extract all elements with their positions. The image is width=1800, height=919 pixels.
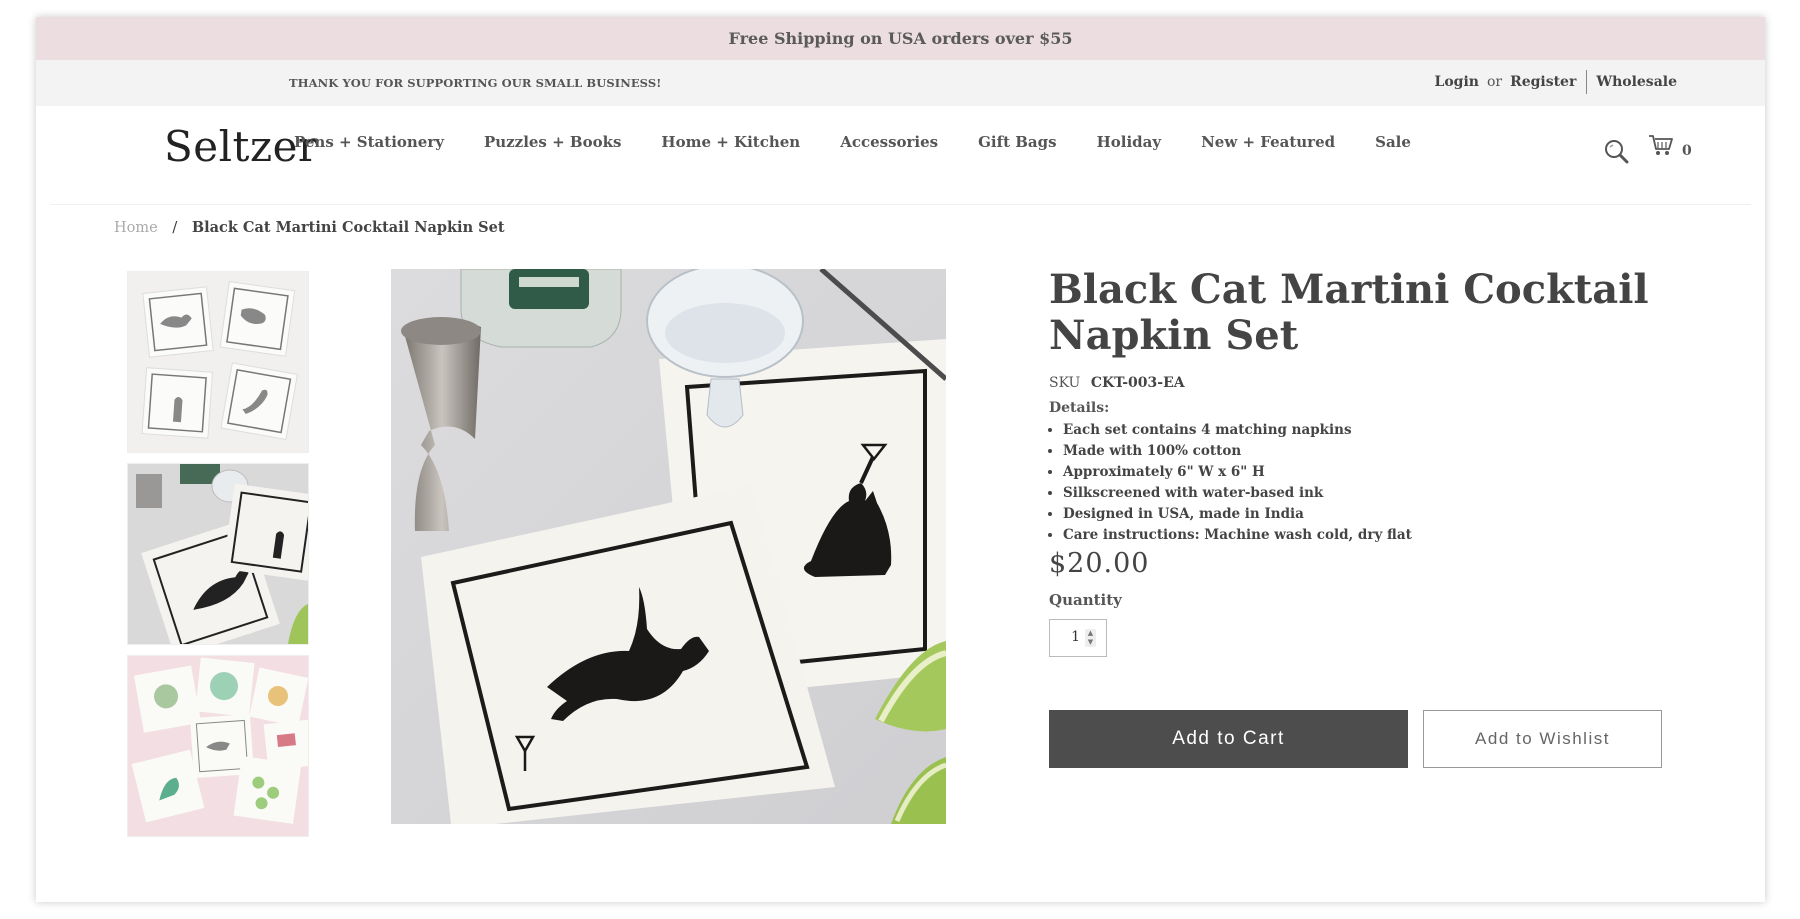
main-nav: Pens + Stationery Puzzles + Books Home +…: [294, 133, 1451, 151]
quantity-label: Quantity: [1049, 591, 1122, 609]
sku-label: SKU: [1049, 375, 1081, 391]
promo-text[interactable]: Free Shipping on USA orders over $55: [729, 29, 1073, 48]
add-to-wishlist-button[interactable]: Add to Wishlist: [1423, 710, 1662, 768]
sku-row: SKU CKT-003-EA: [1049, 375, 1649, 391]
quantity-stepper[interactable]: 1 ▲ ▼: [1049, 619, 1107, 657]
product-title: Black Cat Martini Cocktail Napkin Set: [1049, 266, 1649, 359]
nav-item-sale[interactable]: Sale: [1375, 133, 1411, 151]
sku-value: CKT-003-EA: [1090, 375, 1185, 391]
product-price: $20.00: [1049, 548, 1150, 579]
nav-item-home-kitchen[interactable]: Home + Kitchen: [661, 133, 800, 151]
nav-item-puzzles-books[interactable]: Puzzles + Books: [484, 133, 621, 151]
promo-banner[interactable]: Free Shipping on USA orders over $55: [36, 17, 1765, 60]
details-item: Made with 100% cotton: [1063, 441, 1649, 462]
quantity-value[interactable]: 1: [1071, 629, 1080, 645]
thumbnail-image: [128, 464, 308, 644]
product-info: Black Cat Martini Cocktail Napkin Set SK…: [1049, 267, 1649, 657]
wholesale-link[interactable]: Wholesale: [1596, 74, 1677, 90]
thanks-message: THANK YOU FOR SUPPORTING OUR SMALL BUSIN…: [289, 76, 662, 90]
search-icon[interactable]: [1603, 138, 1629, 164]
register-link[interactable]: Register: [1510, 74, 1576, 90]
stepper-arrows-icon[interactable]: ▲ ▼: [1085, 629, 1096, 647]
login-link[interactable]: Login: [1434, 74, 1478, 90]
details-label: Details:: [1049, 400, 1110, 416]
nav-item-accessories[interactable]: Accessories: [840, 133, 938, 151]
nav-item-pens-stationery[interactable]: Pens + Stationery: [294, 133, 444, 151]
thumbnail-image: [128, 656, 308, 836]
cart-icon[interactable]: [1648, 133, 1674, 157]
main-image-illustration: [391, 269, 946, 824]
cart-count[interactable]: 0: [1682, 143, 1692, 159]
or-text: or: [1486, 74, 1503, 90]
thumbnail-image: [128, 272, 308, 452]
product-main-image[interactable]: [391, 269, 946, 824]
breadcrumb-separator: /: [172, 220, 178, 236]
details-item: Designed in USA, made in India: [1063, 504, 1649, 525]
page: Free Shipping on USA orders over $55 THA…: [36, 17, 1765, 902]
site-header: Seltzer Pens + Stationery Puzzles + Book…: [50, 106, 1751, 205]
product-thumbnail-2[interactable]: [127, 463, 309, 645]
product-thumbnail-1[interactable]: [127, 271, 309, 453]
breadcrumb: Home / Black Cat Martini Cocktail Napkin…: [114, 219, 505, 236]
breadcrumb-home[interactable]: Home: [114, 220, 158, 236]
product-thumbnail-3[interactable]: [127, 655, 309, 837]
nav-item-holiday[interactable]: Holiday: [1097, 133, 1162, 151]
details-item: Each set contains 4 matching napkins: [1063, 420, 1649, 441]
details-item: Silkscreened with water-based ink: [1063, 483, 1649, 504]
details-item: Approximately 6" W x 6" H: [1063, 462, 1649, 483]
nav-item-new-featured[interactable]: New + Featured: [1201, 133, 1335, 151]
add-to-cart-button[interactable]: Add to Cart: [1049, 710, 1408, 768]
utility-bar: THANK YOU FOR SUPPORTING OUR SMALL BUSIN…: [36, 60, 1765, 106]
account-links: Login or Register Wholesale: [1434, 70, 1677, 94]
nav-item-gift-bags[interactable]: Gift Bags: [978, 133, 1056, 151]
details-list: Each set contains 4 matching napkins Mad…: [1049, 420, 1649, 546]
breadcrumb-current: Black Cat Martini Cocktail Napkin Set: [191, 219, 505, 236]
details-item: Care instructions: Machine wash cold, dr…: [1063, 525, 1649, 546]
divider: [1586, 70, 1588, 94]
